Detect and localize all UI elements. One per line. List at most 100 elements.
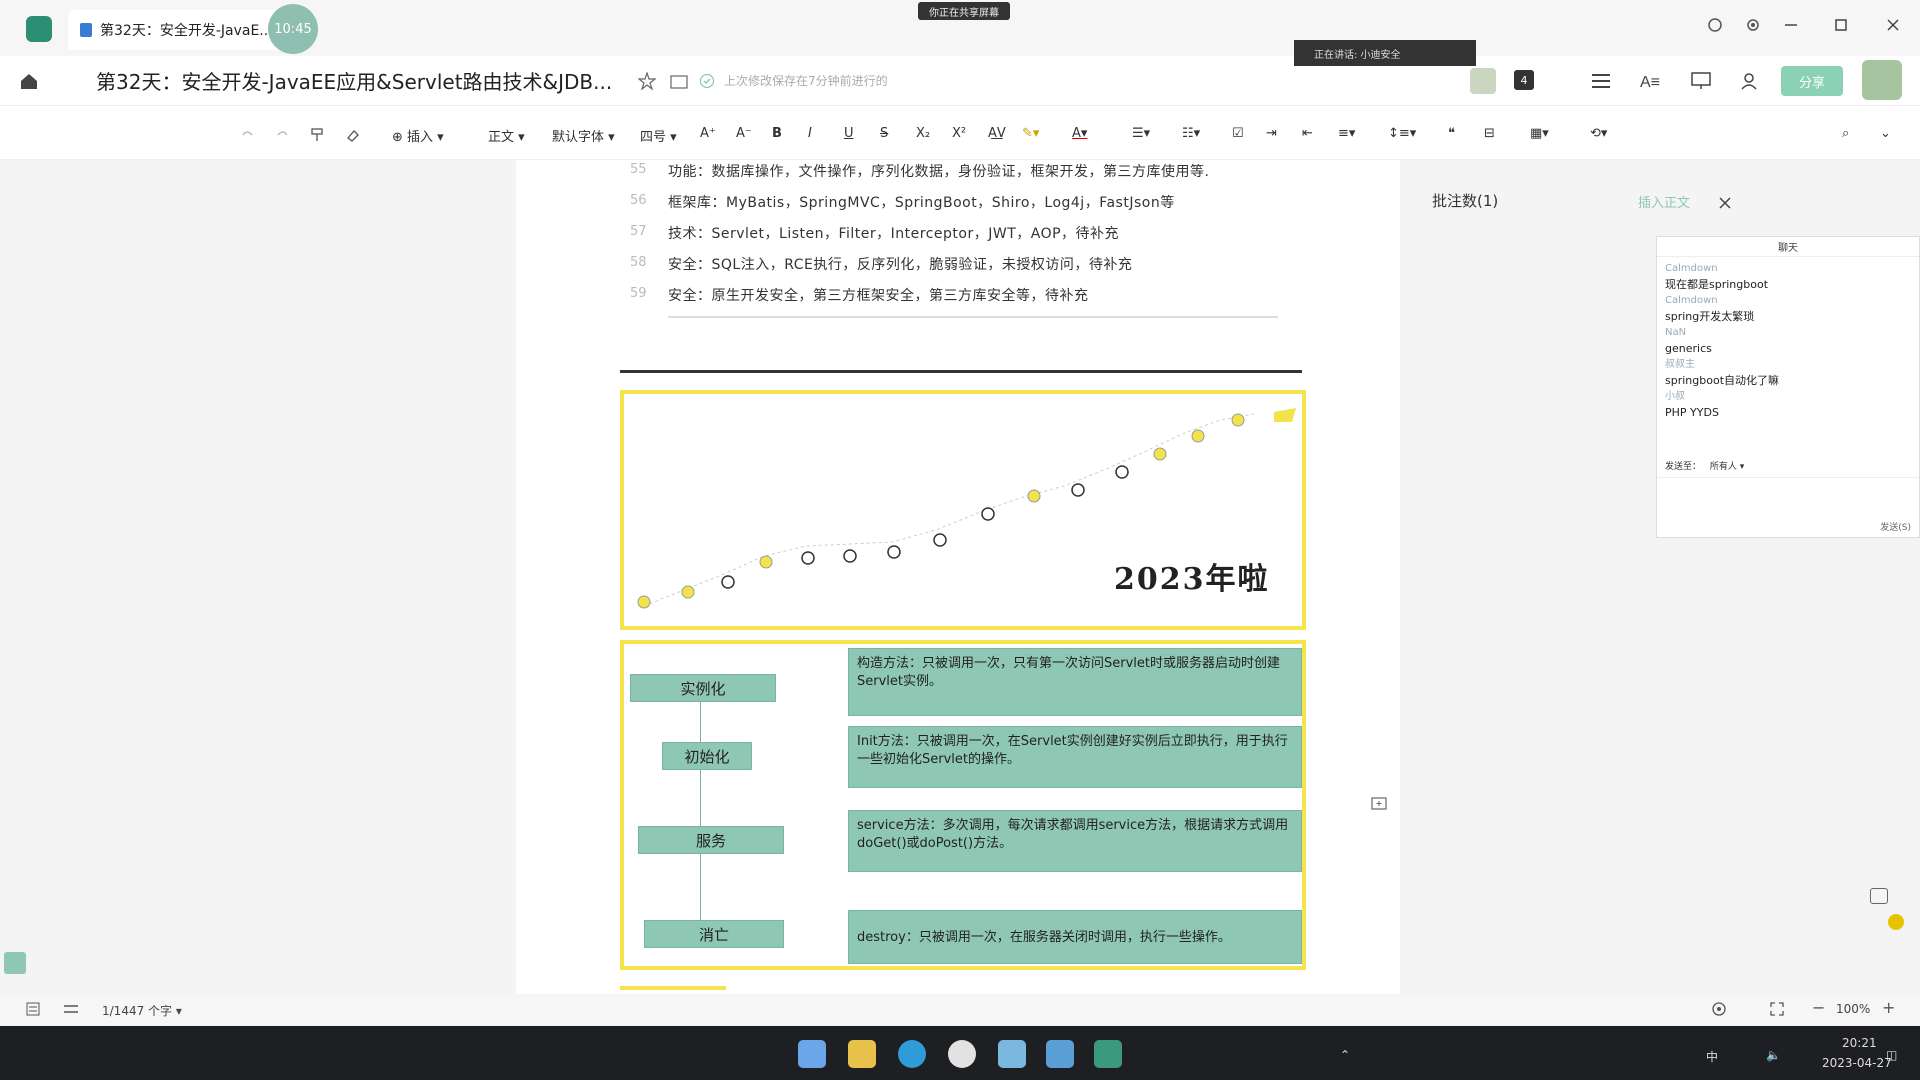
numbered-list-icon[interactable]: ☷▾ (1182, 126, 1200, 141)
send-button[interactable]: 发送(S) (1880, 520, 1911, 533)
chat-message: PHP YYDS (1665, 406, 1719, 419)
italic-icon[interactable]: I (808, 126, 812, 141)
doc-line[interactable]: 安全：原生开发安全，第三方框架安全，第三方库安全等，待补充 (668, 285, 1089, 305)
focus-mode-icon[interactable] (1708, 998, 1730, 1020)
add-comment-icon[interactable] (1368, 794, 1390, 816)
indent-icon[interactable]: ⇥ (1266, 126, 1277, 141)
char-spacing-icon[interactable]: A͟V (988, 126, 1006, 141)
underline-icon[interactable]: U (844, 126, 854, 141)
saved-check-icon (696, 70, 718, 92)
comments-count[interactable]: 批注数(1) (1432, 190, 1498, 211)
quote-icon[interactable]: ❝ (1448, 126, 1455, 141)
align-icon[interactable]: ≡▾ (1338, 126, 1355, 141)
document-title[interactable]: 第32天：安全开发-JavaEE应用&Servlet路由技术&JDB... (96, 66, 612, 95)
chat-user: NaN (1665, 327, 1687, 338)
superscript-icon[interactable]: X² (952, 126, 966, 141)
task-view-icon[interactable] (798, 1040, 826, 1068)
collapse-toolbar-icon[interactable]: ⌄ (1880, 126, 1891, 141)
outline-icon[interactable] (22, 998, 44, 1020)
increase-font-icon[interactable]: A⁺ (700, 126, 716, 141)
bullet-list-icon[interactable]: ☰▾ (1132, 126, 1150, 141)
chat-input[interactable] (1657, 477, 1919, 521)
zoom-level[interactable]: 100% (1836, 1002, 1870, 1016)
bold-icon[interactable]: B (772, 126, 782, 141)
insert-menu[interactable]: ⊕ 插入 ▾ (392, 126, 444, 145)
status-bar (0, 994, 1920, 1026)
servlet-lifecycle-image[interactable]: 实例化 构造方法：只被调用一次，只有第一次访问Servlet时或服务器启动时创建… (620, 640, 1306, 970)
stage-instantiate: 实例化 (630, 674, 776, 702)
minimize-icon[interactable] (1780, 14, 1802, 36)
undo-icon[interactable] (236, 124, 258, 146)
font-color-icon[interactable]: A▾ (1072, 126, 1087, 141)
collaborate-icon[interactable] (1740, 70, 1762, 92)
page-layout-icon[interactable] (60, 998, 82, 1020)
restore-icon[interactable] (1830, 14, 1852, 36)
edge-browser-icon[interactable] (898, 1040, 926, 1068)
eraser-icon[interactable] (342, 124, 364, 146)
tray-chevron-icon[interactable]: ⌃ (1340, 1048, 1350, 1062)
clock-time[interactable]: 20:21 (1842, 1036, 1877, 1050)
send-to-select[interactable]: 所有人 (1710, 462, 1737, 472)
volume-icon[interactable]: 🔈 (1766, 1048, 1781, 1062)
notification-badge[interactable] (1888, 914, 1904, 930)
stage-init: 初始化 (662, 742, 752, 770)
redo-icon[interactable] (272, 124, 294, 146)
file-explorer-icon[interactable] (848, 1040, 876, 1068)
search-icon[interactable]: ⌕ (1842, 126, 1849, 141)
chat-window[interactable]: 聊天 Calmdown 现在都是springboot Calmdown spri… (1656, 236, 1920, 538)
document-tab[interactable]: 第32天：安全开发-JavaE... (68, 10, 298, 50)
close-icon[interactable] (1882, 14, 1904, 36)
font-family-select[interactable]: 默认字体 ▾ (552, 126, 615, 145)
word-count[interactable]: 1/1447 个字 ▾ (102, 1002, 182, 1019)
insert-body-link[interactable]: 插入正文 (1638, 192, 1690, 211)
line-spacing-icon[interactable]: ↕≡▾ (1388, 126, 1416, 141)
checklist-icon[interactable]: ☑ (1232, 126, 1244, 141)
doc-line[interactable]: 安全：SQL注入，RCE执行，反序列化，脆弱验证，未授权访问，待补充 (668, 254, 1132, 274)
paragraph-style-select[interactable]: 正文 ▾ (488, 126, 525, 145)
skin-icon[interactable] (1870, 888, 1888, 904)
docs-app-icon[interactable] (1094, 1040, 1122, 1068)
screen-share-banner[interactable]: 你正在共享屏幕 (918, 2, 1010, 20)
home-icon[interactable] (18, 70, 40, 92)
table-icon[interactable]: ▦▾ (1530, 126, 1549, 141)
divider-icon[interactable]: ⊟ (1484, 126, 1495, 141)
present-icon[interactable] (1690, 70, 1712, 92)
refresh-icon[interactable] (1704, 14, 1726, 36)
fullscreen-icon[interactable] (1766, 998, 1788, 1020)
avatar[interactable] (1470, 68, 1496, 94)
zoom-in-button[interactable]: + (1882, 998, 1895, 1017)
highlight-icon[interactable]: ✎▾ (1022, 126, 1039, 141)
stage-destroy: 消亡 (644, 920, 784, 948)
doc-line[interactable]: 功能：数据库操作，文件操作，序列化数据，身份验证，框架开发，第三方库使用等. (668, 161, 1209, 181)
settings-icon[interactable] (1742, 14, 1764, 36)
roadmap-title: 2023年啦 (1114, 562, 1270, 597)
zoom-out-button[interactable]: − (1812, 998, 1825, 1017)
stage-init-desc: Init方法：只被调用一次，在Servlet实例创建好实例后立即执行，用于执行一… (848, 726, 1302, 788)
clock-date[interactable]: 2023-04-27 (1822, 1056, 1892, 1070)
font-size-select[interactable]: 四号 ▾ (640, 126, 677, 145)
stage-service: 服务 (638, 826, 784, 854)
chrome-browser-icon[interactable] (948, 1040, 976, 1068)
text-format-icon[interactable]: A≡ (1640, 70, 1662, 92)
ime-indicator[interactable]: 中 (1706, 1048, 1718, 1065)
notifications-icon[interactable]: ◫ (1886, 1048, 1897, 1062)
close-comments-icon[interactable] (1714, 192, 1736, 214)
format-painter-icon[interactable] (306, 124, 328, 146)
folder-icon[interactable] (668, 70, 690, 92)
photos-icon[interactable] (1046, 1040, 1074, 1068)
outdent-icon[interactable]: ⇤ (1302, 126, 1313, 141)
strikethrough-icon[interactable]: S (880, 126, 888, 141)
menu-icon[interactable] (1590, 70, 1612, 92)
doc-line[interactable]: 框架库：MyBatis，SpringMVC，SpringBoot，Shiro，L… (668, 192, 1175, 212)
outline-toggle-icon[interactable] (4, 952, 26, 974)
share-button[interactable]: 分享 (1781, 66, 1843, 96)
decrease-font-icon[interactable]: A⁻ (736, 126, 752, 141)
roadmap-image[interactable]: 2023年啦 (620, 390, 1306, 630)
doc-line[interactable]: 技术：Servlet，Listen，Filter，Interceptor，JWT… (668, 223, 1119, 243)
plugin-icon[interactable]: ⟲▾ (1590, 126, 1607, 141)
collaborators-count[interactable]: 4 (1514, 70, 1534, 90)
star-icon[interactable] (636, 70, 658, 92)
app-icon[interactable] (998, 1040, 1026, 1068)
subscript-icon[interactable]: X₂ (916, 126, 930, 141)
user-avatar[interactable] (1862, 60, 1902, 100)
